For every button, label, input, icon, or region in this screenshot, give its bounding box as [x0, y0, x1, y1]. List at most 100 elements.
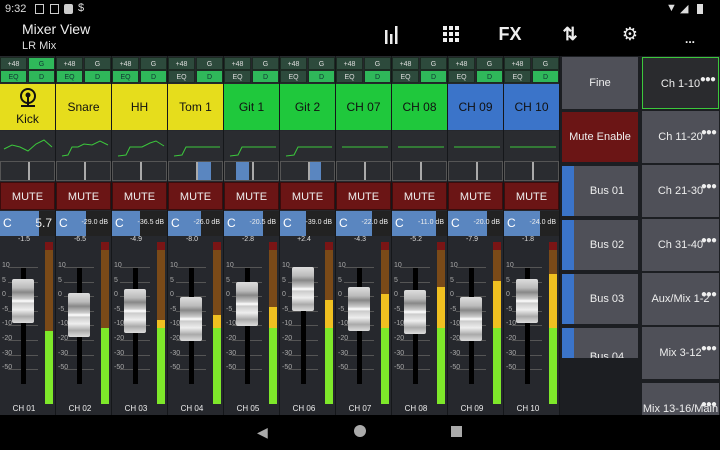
fader-handle[interactable] — [292, 267, 314, 312]
bank-button[interactable]: ●●● Ch 21-30 — [642, 165, 719, 217]
gain-control[interactable]: C -20.5 dB — [224, 211, 279, 236]
channel-name-button[interactable]: CH 08 — [392, 84, 447, 130]
dynamics-button[interactable]: D — [308, 70, 335, 83]
transfer-icon[interactable]: ⇅ — [555, 24, 585, 45]
gain-control[interactable]: C 5.7 — [0, 211, 55, 236]
dynamics-button[interactable]: D — [420, 70, 447, 83]
mute-button[interactable]: MUTE — [280, 182, 335, 210]
pan-control[interactable] — [448, 161, 503, 181]
fx-button[interactable]: FX — [495, 24, 525, 45]
bank-options-icon[interactable]: ●●● — [701, 327, 717, 375]
channel-name-button[interactable]: CH 07 — [336, 84, 391, 130]
mute-button[interactable]: MUTE — [0, 182, 55, 210]
phantom-power-button[interactable]: +48 — [280, 57, 307, 70]
mute-button[interactable]: MUTE — [112, 182, 167, 210]
pan-control[interactable] — [56, 161, 111, 181]
eq-curve-preview[interactable] — [56, 131, 111, 161]
channel-name-button[interactable]: Kick — [0, 84, 55, 130]
dynamics-button[interactable]: D — [476, 70, 503, 83]
bank-button[interactable]: ●●● Mix 13-16/Main — [642, 383, 719, 415]
fader-handle[interactable] — [124, 288, 146, 333]
grid-view-icon[interactable] — [436, 24, 466, 49]
dynamics-button[interactable]: D — [364, 70, 391, 83]
phantom-power-button[interactable]: +48 — [56, 57, 83, 70]
eq-button[interactable]: EQ — [504, 70, 531, 83]
mute-button[interactable]: MUTE — [448, 182, 503, 210]
eq-button[interactable]: EQ — [56, 70, 83, 83]
mute-button[interactable]: MUTE — [336, 182, 391, 210]
gate-button[interactable]: G — [364, 57, 391, 70]
gain-control[interactable]: C -36.5 dB — [112, 211, 167, 236]
channel-name-button[interactable]: HH — [112, 84, 167, 130]
bank-button[interactable]: ●●● Ch 11-20 — [642, 111, 719, 163]
eq-curve-preview[interactable] — [448, 131, 503, 161]
mixer-view-icon[interactable] — [377, 24, 407, 49]
bank-options-icon[interactable]: ●●● — [701, 165, 717, 213]
gain-control[interactable]: C -20.0 dB — [448, 211, 503, 236]
fader-handle[interactable] — [68, 293, 90, 338]
bank-button[interactable]: ●●● Ch 31-40 — [642, 219, 719, 271]
gate-button[interactable]: G — [252, 57, 279, 70]
eq-button[interactable]: EQ — [336, 70, 363, 83]
dynamics-button[interactable]: D — [196, 70, 223, 83]
eq-curve-preview[interactable] — [392, 131, 447, 161]
fader-handle[interactable] — [460, 297, 482, 342]
gate-button[interactable]: G — [476, 57, 503, 70]
eq-curve-preview[interactable] — [280, 131, 335, 161]
phantom-power-button[interactable]: +48 — [504, 57, 531, 70]
channel-name-button[interactable]: Snare — [56, 84, 111, 130]
mute-enable-button[interactable]: Mute Enable — [562, 112, 638, 162]
bank-options-icon[interactable]: ●●● — [701, 383, 717, 415]
eq-curve-preview[interactable] — [336, 131, 391, 161]
pan-control[interactable] — [168, 161, 223, 181]
phantom-power-button[interactable]: +48 — [0, 57, 27, 70]
fine-button[interactable]: Fine — [562, 57, 638, 109]
gain-control[interactable]: C -26.0 dB — [168, 211, 223, 236]
bank-options-icon[interactable]: ●●● — [701, 273, 717, 321]
pan-control[interactable] — [224, 161, 279, 181]
settings-gear-icon[interactable]: ⚙ — [615, 24, 645, 45]
gain-control[interactable]: C -29.0 dB — [56, 211, 111, 236]
pan-control[interactable] — [336, 161, 391, 181]
eq-curve-preview[interactable] — [504, 131, 559, 161]
pan-control[interactable] — [112, 161, 167, 181]
fader-handle[interactable] — [404, 289, 426, 334]
mute-button[interactable]: MUTE — [504, 182, 559, 210]
eq-button[interactable]: EQ — [0, 70, 27, 83]
eq-curve-preview[interactable] — [168, 131, 223, 161]
bus-button[interactable]: Bus 01 — [562, 166, 638, 216]
dynamics-button[interactable]: D — [252, 70, 279, 83]
gate-button[interactable]: G — [140, 57, 167, 70]
fader-handle[interactable] — [180, 297, 202, 342]
pan-control[interactable] — [504, 161, 559, 181]
bus-button[interactable]: Bus 03 — [562, 274, 638, 324]
channel-name-button[interactable]: Tom 1 — [168, 84, 223, 130]
bank-options-icon[interactable]: ●●● — [701, 219, 717, 267]
bank-options-icon[interactable]: ●●● — [700, 58, 716, 106]
fader-handle[interactable] — [348, 286, 370, 331]
phantom-power-button[interactable]: +48 — [224, 57, 251, 70]
channel-name-button[interactable]: Git 1 — [224, 84, 279, 130]
eq-curve-preview[interactable] — [224, 131, 279, 161]
gain-control[interactable]: C -24.0 dB — [504, 211, 559, 236]
mute-button[interactable]: MUTE — [224, 182, 279, 210]
fader-handle[interactable] — [236, 282, 258, 327]
eq-button[interactable]: EQ — [280, 70, 307, 83]
gate-button[interactable]: G — [308, 57, 335, 70]
eq-button[interactable]: EQ — [448, 70, 475, 83]
phantom-power-button[interactable]: +48 — [448, 57, 475, 70]
eq-button[interactable]: EQ — [168, 70, 195, 83]
fader-handle[interactable] — [516, 279, 538, 324]
eq-button[interactable]: EQ — [112, 70, 139, 83]
bus-button[interactable]: Bus 02 — [562, 220, 638, 270]
gate-button[interactable]: G — [196, 57, 223, 70]
bus-button[interactable]: Bus 04 — [562, 328, 638, 358]
gate-button[interactable]: G — [420, 57, 447, 70]
bank-button[interactable]: ●●● Aux/Mix 1-2 — [642, 273, 719, 325]
gate-button[interactable]: G — [532, 57, 559, 70]
dynamics-button[interactable]: D — [532, 70, 559, 83]
eq-curve-preview[interactable] — [0, 131, 55, 161]
dynamics-button[interactable]: D — [140, 70, 167, 83]
phantom-power-button[interactable]: +48 — [168, 57, 195, 70]
mute-button[interactable]: MUTE — [392, 182, 447, 210]
